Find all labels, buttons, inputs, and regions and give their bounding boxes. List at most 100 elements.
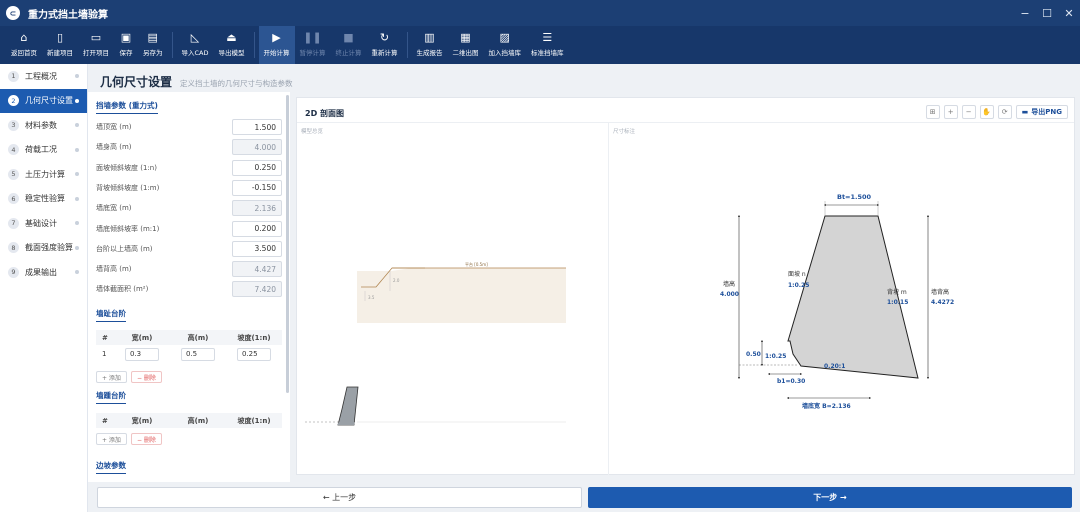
prev-step-button[interactable]: ← 上一步 (97, 487, 582, 508)
toolbar-button-open-folder[interactable]: ▭ 打开项目 (78, 26, 114, 64)
step-number-badge: 3 (8, 119, 19, 131)
toolbar-button-drawing[interactable]: ▦ 二维出图 (448, 26, 484, 64)
col-height: 高(m) (187, 416, 209, 425)
wall-overview-base (337, 422, 355, 425)
overview-dim-a: 2.0 (393, 278, 400, 283)
sidebar-item-step-4[interactable]: 4 荷载工况 (0, 138, 87, 163)
param-input[interactable]: -0.150 (232, 179, 282, 196)
overview-slope-text: 平台 [0.5m] (465, 261, 488, 267)
col-width: 宽(m) (131, 333, 153, 342)
title-bar: ⊂ 重力式挡土墙验算 − ☐ ✕ (0, 0, 1080, 26)
reset-view-icon[interactable]: ⟳ (997, 105, 1012, 119)
toolbar-button-report[interactable]: ▥ 生成报告 (412, 26, 448, 64)
face-slope-label: 面坡 n (788, 270, 806, 278)
toe-width-input[interactable]: 0.3 (125, 347, 159, 361)
sidebar-item-step-3[interactable]: 3 材料参数 (0, 113, 87, 138)
status-dot-icon (75, 245, 79, 250)
toe-height-input[interactable]: 0.5 (181, 347, 215, 361)
heel-delete-button[interactable]: − 删除 (130, 433, 162, 445)
export-png-button[interactable]: ▬ 导出PNG (1015, 105, 1068, 119)
toolbar-label: 导出模型 (218, 49, 245, 57)
zoom-in-icon[interactable]: + (943, 105, 958, 119)
toolbar-button-export-model[interactable]: ⏏ 导出模型 (214, 26, 250, 64)
toolbar-label: 开始计算 (263, 49, 290, 57)
step-number-badge: 6 (8, 193, 19, 205)
import-cad-icon: ◺ (190, 30, 200, 44)
maximize-icon[interactable]: ☐ (1036, 7, 1058, 20)
report-icon: ▥ (424, 30, 435, 44)
toe-steps-table: # 宽(m) 高(m) 坡度(1:n) 1 0.3 0.5 0.25 (96, 330, 282, 363)
toolbar-button-stop[interactable]: ■ 终止计算 (331, 26, 367, 64)
status-dot-icon (75, 270, 79, 274)
step-number-badge: 1 (8, 70, 19, 82)
param-row: 面坡倾斜坡度 (1:n) 0.250 (96, 158, 282, 178)
toolbar-label: 标准挡墙库 (531, 49, 564, 57)
param-input[interactable]: 0.200 (232, 220, 282, 237)
sidebar-item-step-7[interactable]: 7 基础设计 (0, 211, 87, 236)
dimension-drawing: Bt=1.500 墙高 4.000 墙背高 4.4272 面坡 n 1:0.25… (720, 193, 954, 410)
zoom-out-icon[interactable]: − (961, 105, 976, 119)
param-row: 背坡倾斜坡度 (1:m) -0.150 (96, 178, 282, 198)
toolbar-button-import-cad[interactable]: ◺ 导入CAD (177, 26, 214, 64)
toolbar-button-library[interactable]: ☰ 标准挡墙库 (526, 26, 569, 64)
param-label: 墙顶宽 (m) (96, 123, 132, 131)
pan-hand-icon[interactable]: ✋ (979, 105, 994, 119)
sidebar-item-step-2[interactable]: 2 几何尺寸设置 (0, 88, 87, 113)
toolbar-button-refresh[interactable]: ↻ 重新计算 (367, 26, 403, 64)
overview-drawing: 平台 [0.5m] 2.0 3.5 (305, 261, 566, 426)
toe-add-button[interactable]: + 添加 (96, 371, 127, 383)
heel-steps-actions: + 添加 − 删除 (96, 433, 162, 445)
toolbar-button-new-file[interactable]: ▯ 新建项目 (42, 26, 78, 64)
step-number-badge: 4 (8, 144, 19, 156)
param-label: 墙身高 (m) (96, 143, 132, 152)
toolbar-button-pause[interactable]: ❚❚ 暂停计算 (295, 26, 331, 64)
canvas-title: 2D 剖面图 (305, 109, 344, 118)
toolbar-separator (406, 32, 408, 58)
toe-slope-input[interactable]: 0.25 (237, 347, 271, 361)
sidebar-item-step-8[interactable]: 8 截面强度验算 (0, 236, 87, 261)
step-number-badge: 2 (8, 95, 19, 107)
sidebar-item-label: 材料参数 (25, 120, 57, 130)
status-dot-icon (75, 123, 79, 127)
sidebar-item-label: 几何尺寸设置 (25, 96, 73, 106)
param-input[interactable]: 0.250 (232, 159, 282, 176)
sidebar-item-step-1[interactable]: 1 工程概况 (0, 64, 87, 89)
minimize-icon[interactable]: − (1014, 7, 1036, 20)
close-icon[interactable]: ✕ (1058, 7, 1080, 20)
fit-view-icon[interactable]: ⊞ (925, 105, 940, 119)
toolbar-button-play[interactable]: ▶ 开始计算 (258, 26, 295, 64)
toolbar-label: 二维出图 (452, 49, 479, 57)
app-title: 重力式挡土墙验算 (28, 9, 108, 21)
section-canvas-panel: 2D 剖面图 ⊞ + − ✋ ⟳ ▬ 导出PNG 模型总览 尺寸标注 平台 [0.… (296, 97, 1075, 475)
next-step-button[interactable]: 下一步 → (588, 487, 1072, 508)
heel-add-button[interactable]: + 添加 (96, 433, 127, 445)
sidebar-item-step-5[interactable]: 5 土压力计算 (0, 162, 87, 187)
canvas-controls: ⊞ + − ✋ ⟳ ▬ 导出PNG (925, 105, 1068, 119)
sidebar-item-step-9[interactable]: 9 成果输出 (0, 260, 87, 285)
step-slope-value: 1:0.25 (765, 353, 786, 360)
sidebar-item-label: 截面强度验算 (25, 243, 73, 253)
param-label: 墙底宽 (m) (96, 204, 132, 213)
param-label: 墙底倾斜坡率 (m:1) (96, 224, 160, 233)
new-file-icon: ▯ (56, 30, 64, 44)
back-slope-label: 背坡 m (887, 288, 907, 296)
play-icon: ▶ (272, 30, 281, 44)
sidebar-item-label: 土压力计算 (25, 169, 65, 179)
param-label: 墙体截面积 (m²) (96, 285, 149, 294)
page-header: 几何尺寸设置 定义挡土墙的几何尺寸与构造参数 (100, 73, 293, 90)
param-input[interactable]: 3.500 (232, 240, 282, 257)
status-dot-icon (75, 147, 79, 152)
toolbar-button-save-as[interactable]: ▤ 另存为 (138, 26, 168, 64)
params-scrollbar[interactable] (286, 95, 289, 393)
toolbar-button-save[interactable]: ▣ 保存 (114, 26, 138, 64)
sidebar-item-label: 成果输出 (25, 267, 57, 277)
toolbar-button-add-library[interactable]: ▨ 加入挡墙库 (484, 26, 527, 64)
col-index: # (102, 416, 108, 425)
toe-delete-button[interactable]: − 删除 (130, 371, 162, 383)
col-index: # (102, 333, 108, 342)
backfill-soil (357, 268, 566, 323)
param-label: 背坡倾斜坡度 (1:m) (96, 183, 160, 192)
sidebar-item-step-6[interactable]: 6 稳定性验算 (0, 187, 87, 212)
toolbar-button-home[interactable]: ⌂ 返回首页 (6, 26, 42, 64)
param-input[interactable]: 1.500 (232, 119, 282, 135)
